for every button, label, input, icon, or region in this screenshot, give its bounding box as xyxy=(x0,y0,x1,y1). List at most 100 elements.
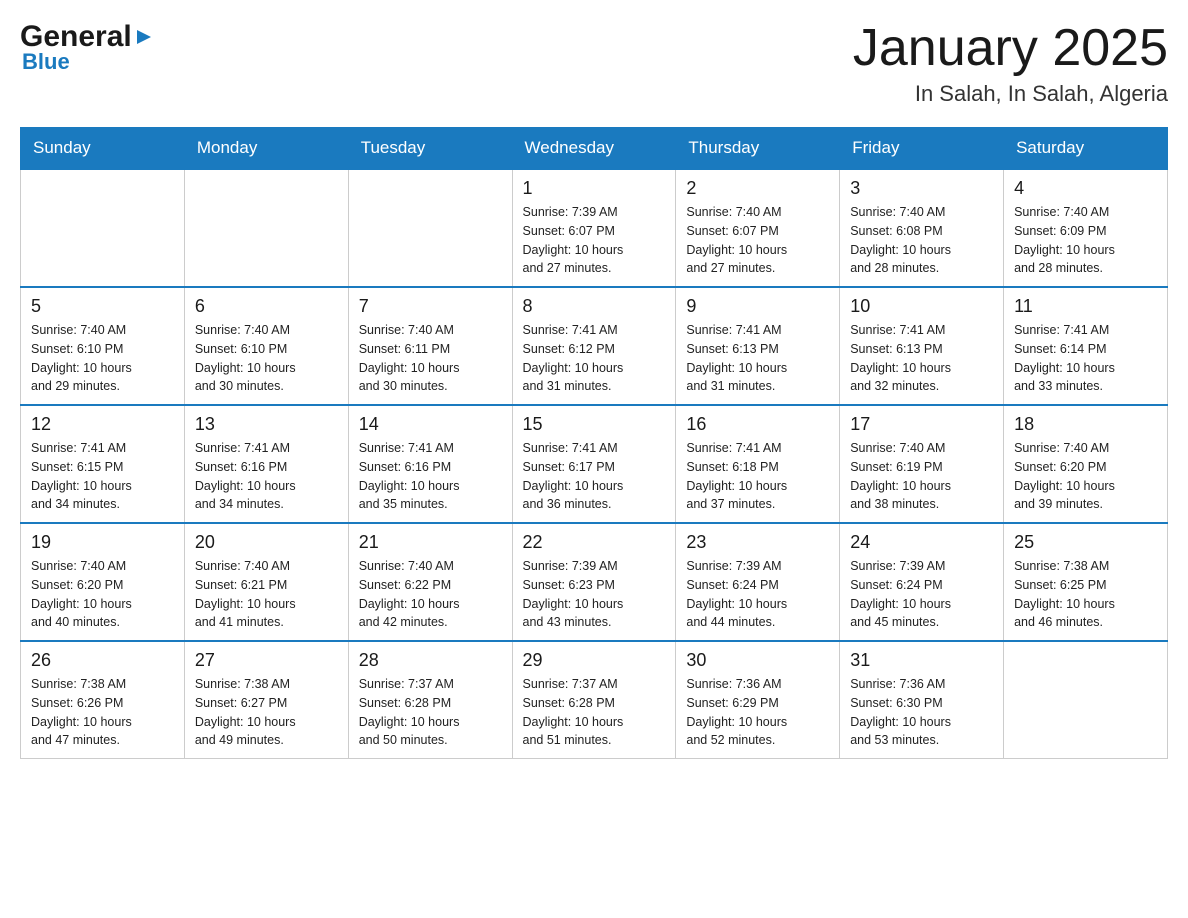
day-info: Sunrise: 7:40 AM Sunset: 6:19 PM Dayligh… xyxy=(850,439,993,514)
day-info: Sunrise: 7:41 AM Sunset: 6:15 PM Dayligh… xyxy=(31,439,174,514)
weekday-header-sunday: Sunday xyxy=(21,128,185,170)
calendar-day-24: 24 Sunrise: 7:39 AM Sunset: 6:24 PM Dayli… xyxy=(840,523,1004,641)
location-title: In Salah, In Salah, Algeria xyxy=(853,81,1168,107)
calendar-day-21: 21 Sunrise: 7:40 AM Sunset: 6:22 PM Dayli… xyxy=(348,523,512,641)
day-number: 20 xyxy=(195,532,338,553)
calendar-day-29: 29Sunrise: 7:37 AM Sunset: 6:28 PM Dayli… xyxy=(512,641,676,759)
day-number: 22 xyxy=(523,532,666,553)
calendar-day-25: 25 Sunrise: 7:38 AM Sunset: 6:25 PM Dayli… xyxy=(1004,523,1168,641)
calendar-day-5: 5Sunrise: 7:40 AM Sunset: 6:10 PM Daylig… xyxy=(21,287,185,405)
calendar-day-17: 17 Sunrise: 7:40 AM Sunset: 6:19 PM Dayli… xyxy=(840,405,1004,523)
logo-blue-text: Blue xyxy=(22,49,70,74)
calendar-empty-cell xyxy=(348,169,512,287)
calendar-week-row: 12 Sunrise: 7:41 AM Sunset: 6:15 PM Dayli… xyxy=(21,405,1168,523)
day-info: Sunrise: 7:41 AM Sunset: 6:18 PM Dayligh… xyxy=(686,439,829,514)
day-info: Sunrise: 7:40 AM Sunset: 6:11 PM Dayligh… xyxy=(359,321,502,396)
day-number: 12 xyxy=(31,414,174,435)
calendar-day-9: 9 Sunrise: 7:41 AM Sunset: 6:13 PM Daylig… xyxy=(676,287,840,405)
calendar-day-15: 15Sunrise: 7:41 AM Sunset: 6:17 PM Dayli… xyxy=(512,405,676,523)
calendar-day-3: 3Sunrise: 7:40 AM Sunset: 6:08 PM Daylig… xyxy=(840,169,1004,287)
day-info: Sunrise: 7:40 AM Sunset: 6:07 PM Dayligh… xyxy=(686,203,829,278)
calendar-week-row: 19Sunrise: 7:40 AM Sunset: 6:20 PM Dayli… xyxy=(21,523,1168,641)
calendar-day-14: 14Sunrise: 7:41 AM Sunset: 6:16 PM Dayli… xyxy=(348,405,512,523)
day-info: Sunrise: 7:40 AM Sunset: 6:08 PM Dayligh… xyxy=(850,203,993,278)
day-number: 9 xyxy=(686,296,829,317)
day-info: Sunrise: 7:36 AM Sunset: 6:30 PM Dayligh… xyxy=(850,675,993,750)
day-number: 5 xyxy=(31,296,174,317)
day-info: Sunrise: 7:39 AM Sunset: 6:23 PM Dayligh… xyxy=(523,557,666,632)
day-number: 8 xyxy=(523,296,666,317)
day-info: Sunrise: 7:41 AM Sunset: 6:13 PM Dayligh… xyxy=(850,321,993,396)
day-number: 27 xyxy=(195,650,338,671)
day-number: 23 xyxy=(686,532,829,553)
calendar-day-4: 4 Sunrise: 7:40 AM Sunset: 6:09 PM Daylig… xyxy=(1004,169,1168,287)
day-info: Sunrise: 7:36 AM Sunset: 6:29 PM Dayligh… xyxy=(686,675,829,750)
calendar-day-26: 26Sunrise: 7:38 AM Sunset: 6:26 PM Dayli… xyxy=(21,641,185,759)
day-info: Sunrise: 7:40 AM Sunset: 6:22 PM Dayligh… xyxy=(359,557,502,632)
calendar-table: SundayMondayTuesdayWednesdayThursdayFrid… xyxy=(20,127,1168,759)
day-number: 17 xyxy=(850,414,993,435)
day-info: Sunrise: 7:38 AM Sunset: 6:26 PM Dayligh… xyxy=(31,675,174,750)
day-number: 21 xyxy=(359,532,502,553)
day-info: Sunrise: 7:39 AM Sunset: 6:07 PM Dayligh… xyxy=(523,203,666,278)
day-number: 29 xyxy=(523,650,666,671)
calendar-day-7: 7 Sunrise: 7:40 AM Sunset: 6:11 PM Daylig… xyxy=(348,287,512,405)
calendar-day-23: 23 Sunrise: 7:39 AM Sunset: 6:24 PM Dayli… xyxy=(676,523,840,641)
calendar-day-13: 13 Sunrise: 7:41 AM Sunset: 6:16 PM Dayli… xyxy=(184,405,348,523)
day-number: 4 xyxy=(1014,178,1157,199)
day-info: Sunrise: 7:39 AM Sunset: 6:24 PM Dayligh… xyxy=(850,557,993,632)
logo-arrow-icon xyxy=(135,28,153,51)
title-block: January 2025 In Salah, In Salah, Algeria xyxy=(853,20,1168,107)
calendar-day-27: 27 Sunrise: 7:38 AM Sunset: 6:27 PM Dayli… xyxy=(184,641,348,759)
calendar-day-11: 11 Sunrise: 7:41 AM Sunset: 6:14 PM Dayli… xyxy=(1004,287,1168,405)
calendar-day-8: 8Sunrise: 7:41 AM Sunset: 6:12 PM Daylig… xyxy=(512,287,676,405)
calendar-day-22: 22 Sunrise: 7:39 AM Sunset: 6:23 PM Dayli… xyxy=(512,523,676,641)
day-number: 19 xyxy=(31,532,174,553)
day-number: 15 xyxy=(523,414,666,435)
day-number: 30 xyxy=(686,650,829,671)
day-info: Sunrise: 7:40 AM Sunset: 6:21 PM Dayligh… xyxy=(195,557,338,632)
month-title: January 2025 xyxy=(853,20,1168,77)
day-info: Sunrise: 7:40 AM Sunset: 6:09 PM Dayligh… xyxy=(1014,203,1157,278)
calendar-day-1: 1 Sunrise: 7:39 AM Sunset: 6:07 PM Daylig… xyxy=(512,169,676,287)
weekday-header-saturday: Saturday xyxy=(1004,128,1168,170)
day-number: 2 xyxy=(686,178,829,199)
calendar-empty-cell xyxy=(21,169,185,287)
day-number: 16 xyxy=(686,414,829,435)
calendar-day-16: 16 Sunrise: 7:41 AM Sunset: 6:18 PM Dayli… xyxy=(676,405,840,523)
calendar-day-30: 30 Sunrise: 7:36 AM Sunset: 6:29 PM Dayli… xyxy=(676,641,840,759)
day-info: Sunrise: 7:41 AM Sunset: 6:14 PM Dayligh… xyxy=(1014,321,1157,396)
logo: General Blue xyxy=(20,20,153,75)
day-info: Sunrise: 7:41 AM Sunset: 6:16 PM Dayligh… xyxy=(195,439,338,514)
calendar-day-19: 19Sunrise: 7:40 AM Sunset: 6:20 PM Dayli… xyxy=(21,523,185,641)
day-number: 31 xyxy=(850,650,993,671)
day-info: Sunrise: 7:39 AM Sunset: 6:24 PM Dayligh… xyxy=(686,557,829,632)
day-number: 11 xyxy=(1014,296,1157,317)
calendar-day-2: 2 Sunrise: 7:40 AM Sunset: 6:07 PM Daylig… xyxy=(676,169,840,287)
day-info: Sunrise: 7:38 AM Sunset: 6:27 PM Dayligh… xyxy=(195,675,338,750)
day-info: Sunrise: 7:41 AM Sunset: 6:13 PM Dayligh… xyxy=(686,321,829,396)
day-info: Sunrise: 7:38 AM Sunset: 6:25 PM Dayligh… xyxy=(1014,557,1157,632)
calendar-day-18: 18Sunrise: 7:40 AM Sunset: 6:20 PM Dayli… xyxy=(1004,405,1168,523)
calendar-day-31: 31 Sunrise: 7:36 AM Sunset: 6:30 PM Dayli… xyxy=(840,641,1004,759)
weekday-header-wednesday: Wednesday xyxy=(512,128,676,170)
day-number: 7 xyxy=(359,296,502,317)
calendar-day-28: 28Sunrise: 7:37 AM Sunset: 6:28 PM Dayli… xyxy=(348,641,512,759)
day-number: 25 xyxy=(1014,532,1157,553)
day-info: Sunrise: 7:40 AM Sunset: 6:20 PM Dayligh… xyxy=(1014,439,1157,514)
calendar-empty-cell xyxy=(184,169,348,287)
day-number: 13 xyxy=(195,414,338,435)
weekday-header-row: SundayMondayTuesdayWednesdayThursdayFrid… xyxy=(21,128,1168,170)
day-info: Sunrise: 7:37 AM Sunset: 6:28 PM Dayligh… xyxy=(359,675,502,750)
day-number: 1 xyxy=(523,178,666,199)
day-number: 24 xyxy=(850,532,993,553)
page-header: General Blue January 2025 In Salah, In S… xyxy=(20,20,1168,107)
weekday-header-tuesday: Tuesday xyxy=(348,128,512,170)
calendar-day-12: 12 Sunrise: 7:41 AM Sunset: 6:15 PM Dayli… xyxy=(21,405,185,523)
day-number: 10 xyxy=(850,296,993,317)
calendar-day-20: 20 Sunrise: 7:40 AM Sunset: 6:21 PM Dayli… xyxy=(184,523,348,641)
calendar-day-6: 6Sunrise: 7:40 AM Sunset: 6:10 PM Daylig… xyxy=(184,287,348,405)
calendar-week-row: 1 Sunrise: 7:39 AM Sunset: 6:07 PM Daylig… xyxy=(21,169,1168,287)
day-number: 14 xyxy=(359,414,502,435)
day-info: Sunrise: 7:40 AM Sunset: 6:10 PM Dayligh… xyxy=(195,321,338,396)
